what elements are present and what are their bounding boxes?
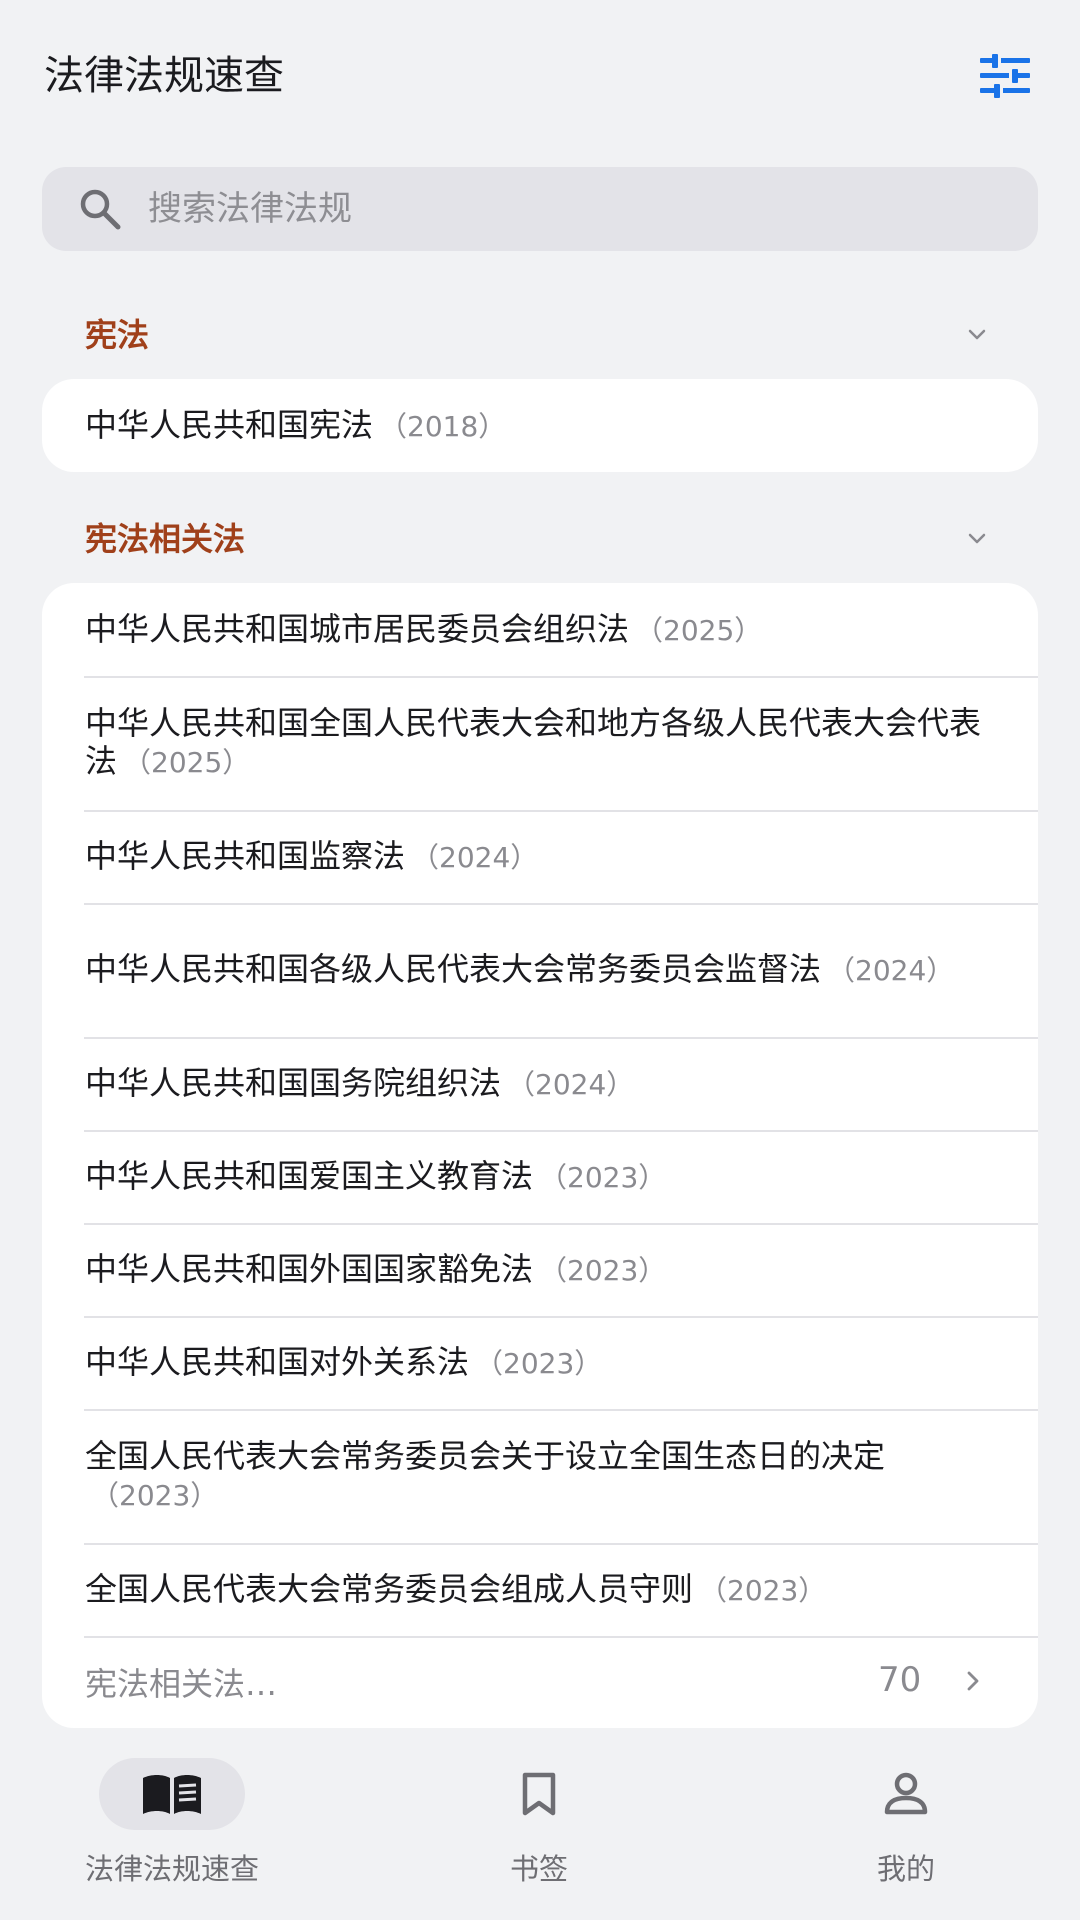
law-name: 全国人民代表大会常务委员会关于设立全国生态日的决定 <box>85 1437 886 1475</box>
person-icon <box>884 1772 928 1815</box>
law-year: （2025） <box>635 613 763 647</box>
law-year: （2023） <box>539 1253 667 1287</box>
list-item[interactable]: 中华人民共和国爱国主义教育法 （2023） <box>42 1130 1038 1223</box>
list-item[interactable]: 中华人民共和国监察法 （2024） <box>42 810 1038 903</box>
list-item[interactable]: 中华人民共和国城市居民委员会组织法 （2025） <box>42 583 1038 676</box>
law-name: 中华人民共和国爱国主义教育法 <box>85 1156 534 1195</box>
list-item[interactable]: 全国人民代表大会常务委员会组成人员守则 （2023） <box>42 1543 1038 1636</box>
nav-tab-bookmarks[interactable]: 书签 <box>389 1758 689 1898</box>
law-list-card: 中华人民共和国宪法 （2018） <box>42 379 1038 472</box>
list-item[interactable]: 中华人民共和国宪法 （2018） <box>42 379 1038 472</box>
law-year: （2024） <box>411 840 539 874</box>
search-icon <box>80 189 121 230</box>
law-year: （2024） <box>507 1067 635 1101</box>
nav-label: 书签 <box>509 1852 568 1886</box>
book-open-icon <box>143 1775 201 1814</box>
filter-button[interactable] <box>975 46 1035 106</box>
law-name: 中华人民共和国监察法 <box>85 836 406 875</box>
law-name: 中华人民共和国对外关系法 <box>85 1342 470 1381</box>
law-name: 中华人民共和国国务院组织法 <box>85 1063 502 1102</box>
nav-tab-profile[interactable]: 我的 <box>756 1758 1056 1898</box>
section-header-constitution[interactable]: 宪法 <box>42 300 1038 370</box>
section-title: 宪法 <box>85 316 150 354</box>
law-year: （2023） <box>699 1573 827 1607</box>
section-title: 宪法相关法 <box>85 520 246 558</box>
bottom-navigation: 法律法规速查 书签 我的 <box>0 1740 1080 1920</box>
law-name: 中华人民共和国城市居民委员会组织法 <box>85 609 630 648</box>
list-item[interactable]: 中华人民共和国全国人民代表大会和地方各级人民代表大会代表法 （2025） <box>42 676 1038 810</box>
page-title: 法律法规速查 <box>44 53 284 99</box>
law-name: 中华人民共和国各级人民代表大会常务委员会监督法 <box>85 950 822 988</box>
law-year: （2023） <box>539 1160 667 1194</box>
law-name: 全国人民代表大会常务委员会组成人员守则 <box>85 1569 694 1608</box>
search-bar[interactable] <box>42 167 1038 251</box>
section-header-constitution-related[interactable]: 宪法相关法 <box>42 504 1038 574</box>
list-item[interactable]: 全国人民代表大会常务委员会关于设立全国生态日的决定 （2023） <box>42 1409 1038 1543</box>
law-year: （2018） <box>379 409 507 443</box>
law-year: （2025） <box>123 746 251 779</box>
search-input[interactable] <box>148 167 1008 251</box>
bookmark-icon <box>522 1772 556 1816</box>
list-item[interactable]: 中华人民共和国国务院组织法 （2024） <box>42 1037 1038 1130</box>
item-count: 70 <box>878 1660 922 1700</box>
sliders-icon <box>980 54 1030 98</box>
law-name: 中华人民共和国宪法 <box>85 405 374 444</box>
list-item[interactable]: 中华人民共和国外国国家豁免法 （2023） <box>42 1223 1038 1316</box>
nav-label: 我的 <box>876 1852 935 1886</box>
nav-label: 法律法规速查 <box>84 1852 259 1886</box>
nav-active-indicator <box>99 1758 245 1830</box>
chevron-down-icon <box>968 329 986 340</box>
top-bar: 法律法规速查 <box>0 0 1080 150</box>
show-more-row[interactable]: 宪法相关法… 70 <box>42 1636 1038 1728</box>
law-year: （2023） <box>475 1346 603 1380</box>
show-more-label: 宪法相关法… <box>85 1665 278 1703</box>
app: 法律法规速查 搜索法律法规 宪法 中华人民共和国宪法 （2018） 宪法相关法 … <box>0 0 1080 1920</box>
chevron-down-icon <box>968 533 986 544</box>
list-item[interactable]: 中华人民共和国对外关系法 （2023） <box>42 1316 1038 1409</box>
law-year: （2023） <box>91 1479 219 1512</box>
law-list-card: 中华人民共和国城市居民委员会组织法 （2025） 中华人民共和国全国人民代表大会和… <box>42 583 1038 1728</box>
list-item[interactable]: 中华人民共和国各级人民代表大会常务委员会监督法 （2024） <box>42 903 1038 1037</box>
law-name: 中华人民共和国外国国家豁免法 <box>85 1249 534 1288</box>
chevron-right-icon <box>967 1671 979 1691</box>
law-year: （2024） <box>827 954 955 987</box>
nav-tab-law-lookup[interactable]: 法律法规速查 <box>22 1758 322 1898</box>
